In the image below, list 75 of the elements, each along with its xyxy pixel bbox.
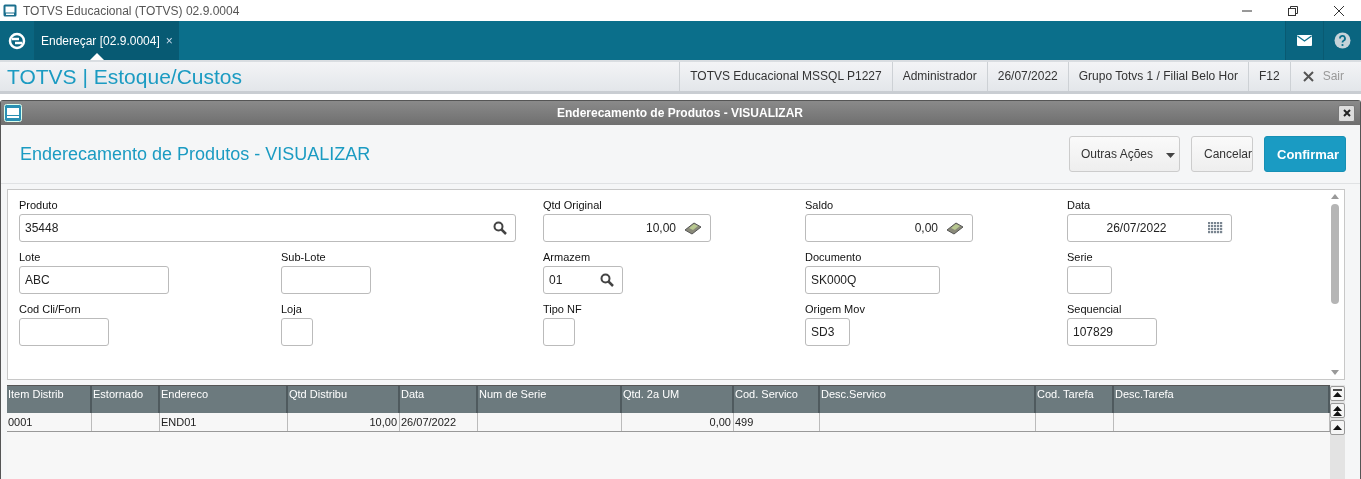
field-label: Loja — [281, 303, 303, 316]
input-field[interactable] — [543, 318, 575, 346]
cancel-button[interactable]: Cancelar — [1191, 136, 1253, 172]
page-up-button[interactable] — [1330, 403, 1345, 418]
field-label: Serie — [1067, 251, 1094, 264]
table-cell: 10,00 — [288, 413, 400, 431]
status-item: Grupo Totvs 1 / Filial Belo Hor — [1067, 62, 1248, 91]
input-field[interactable]: 0,00 — [805, 214, 973, 242]
dialog-icon — [4, 104, 22, 122]
field-label: Produto — [19, 199, 59, 212]
field-label: Lote — [19, 251, 42, 264]
input-field[interactable] — [19, 318, 109, 346]
calculator-icon[interactable] — [684, 221, 702, 235]
home-button[interactable] — [0, 21, 35, 60]
calendar-icon[interactable] — [1208, 222, 1223, 234]
double-arrow-icon — [1333, 405, 1342, 416]
field-label: Origem Mov — [805, 303, 866, 316]
scroll-top-button[interactable] — [1330, 386, 1345, 401]
search-icon[interactable] — [600, 273, 614, 287]
search-icon[interactable] — [493, 221, 507, 235]
dialog-title: Enderecamento de Produtos - VISUALIZAR — [556, 106, 804, 120]
dialog-heading: Enderecamento de Produtos - VISUALIZAR — [20, 143, 371, 165]
input-field[interactable]: SD3 — [805, 318, 850, 346]
table-cell: END01 — [160, 413, 288, 431]
scroll-top-icon — [1333, 389, 1342, 398]
calculator-icon[interactable] — [946, 221, 964, 235]
close-icon[interactable] — [1333, 4, 1345, 17]
input-field[interactable]: 35448 — [19, 214, 516, 242]
logo-icon — [8, 31, 26, 50]
table-cell: 0001 — [7, 413, 92, 431]
field-label: Data — [1067, 199, 1092, 212]
caret-icon — [1166, 153, 1175, 158]
input-field[interactable] — [281, 266, 371, 294]
down-arrow-icon — [1330, 370, 1339, 375]
status-item: F12 — [1247, 62, 1290, 91]
input-field[interactable]: 26/07/2022 — [1067, 214, 1232, 242]
input-field[interactable] — [281, 318, 313, 346]
tab-close-button[interactable]: × — [165, 33, 173, 48]
help-button[interactable] — [1323, 21, 1361, 60]
input-field[interactable]: SK000Q — [805, 266, 940, 294]
field-label: Documento — [805, 251, 863, 264]
scroll-up-button[interactable] — [1330, 420, 1345, 435]
status-item: Administrador — [891, 62, 987, 91]
mail-icon — [1297, 35, 1312, 46]
window-title: TOTVS Educacional (TOTVS) 02.9.0004 — [23, 3, 240, 18]
close-icon — [1342, 109, 1351, 117]
input-field[interactable] — [1067, 266, 1112, 294]
input-field[interactable]: 10,00 — [543, 214, 711, 242]
field-label: Armazem — [543, 251, 592, 264]
field-label: Saldo — [805, 199, 835, 212]
input-field[interactable]: 107829 — [1067, 318, 1157, 346]
input-field[interactable]: ABC — [19, 266, 169, 294]
module-title: TOTVS | Estoque/Custos — [6, 64, 242, 89]
status-item: TOTVS Educacional MSSQL P1227 — [679, 62, 892, 91]
field-label: Cod Cli/Forn — [19, 303, 82, 316]
table-cell: 26/07/2022 — [400, 413, 478, 431]
up-arrow-icon — [1333, 425, 1342, 430]
field-label: Sub-Lote — [281, 251, 327, 264]
dialog-close-button[interactable] — [1338, 104, 1355, 122]
field-label: Tipo NF — [543, 303, 583, 316]
input-field[interactable]: 01 — [543, 266, 623, 294]
help-icon — [1334, 32, 1351, 49]
mail-button[interactable] — [1285, 21, 1323, 60]
close-icon — [1302, 71, 1314, 82]
status-item: 26/07/2022 — [986, 62, 1068, 91]
restore-icon[interactable] — [1287, 4, 1299, 17]
field-label: Qtd Original — [543, 199, 603, 212]
field-label: Sequencial — [1067, 303, 1123, 316]
confirm-button[interactable]: Confirmar — [1264, 136, 1346, 172]
actions-menu-button[interactable]: Outras Ações — [1068, 136, 1180, 172]
table-cell: 0,00 — [622, 413, 734, 431]
up-arrow-icon — [1330, 194, 1339, 199]
app-icon — [3, 4, 17, 17]
table-cell: 499 — [734, 413, 820, 431]
tab[interactable]: Endereçar [02.9.0004] × — [35, 21, 179, 60]
